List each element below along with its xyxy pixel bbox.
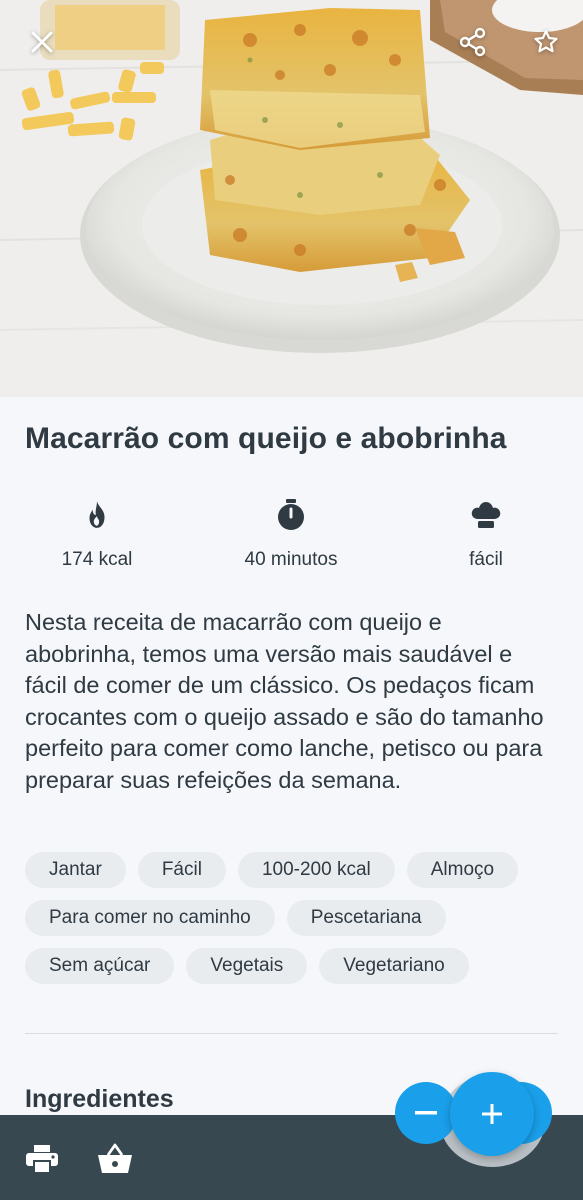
stat-difficulty: fácil <box>406 497 566 571</box>
star-outline-icon <box>534 30 558 53</box>
stat-calories: 174 kcal <box>17 497 177 571</box>
tag-chip[interactable]: Vegetais <box>186 948 308 984</box>
recipe-description: Nesta receita de macarrão com queijo e a… <box>25 609 544 793</box>
share-button[interactable] <box>451 20 495 64</box>
chef-hat-icon <box>471 502 501 528</box>
tag-chip[interactable]: Sem açúcar <box>25 948 175 984</box>
increase-servings-button[interactable] <box>450 1072 534 1156</box>
tag-chip[interactable]: Fácil <box>137 852 226 888</box>
decrease-servings-button[interactable] <box>395 1082 457 1144</box>
print-button[interactable] <box>22 1139 62 1179</box>
hero-image <box>0 0 583 397</box>
shopping-list-button[interactable] <box>95 1139 135 1179</box>
tag-chip[interactable]: Almoço <box>406 852 519 888</box>
section-divider <box>25 1033 558 1034</box>
tag-chip[interactable]: Para comer no caminho <box>25 900 275 936</box>
basket-icon <box>98 1143 132 1173</box>
recipe-title: Macarrão com queijo e abobrinha <box>25 422 507 455</box>
flame-icon <box>89 501 105 528</box>
plus-icon <box>482 1104 502 1124</box>
tag-chip[interactable]: 100-200 kcal <box>237 852 395 888</box>
difficulty-value: fácil <box>469 549 503 570</box>
tag-list: Jantar Fácil 100-200 kcal Almoço Para co… <box>25 852 565 984</box>
share-icon <box>459 27 486 57</box>
favorite-button[interactable] <box>524 20 568 64</box>
ingredients-heading: Ingredientes <box>25 1085 174 1113</box>
minus-icon <box>415 1111 437 1115</box>
recipe-stats: 174 kcal 40 minutos fácil <box>0 497 583 577</box>
close-button[interactable] <box>20 20 64 64</box>
printer-icon <box>26 1145 58 1174</box>
time-value: 40 minutos <box>244 549 338 570</box>
close-icon <box>31 31 53 53</box>
stopwatch-icon <box>278 499 304 530</box>
calories-value: 174 kcal <box>61 549 133 570</box>
recipe-content: Macarrão com queijo e abobrinha 174 kcal… <box>0 397 583 1115</box>
tag-chip[interactable]: Pescetariana <box>286 900 446 936</box>
stat-time: 40 minutos <box>211 497 371 571</box>
recipe-photo <box>0 0 583 397</box>
tag-chip[interactable]: Jantar <box>25 852 126 888</box>
tag-chip[interactable]: Vegetariano <box>319 948 469 984</box>
